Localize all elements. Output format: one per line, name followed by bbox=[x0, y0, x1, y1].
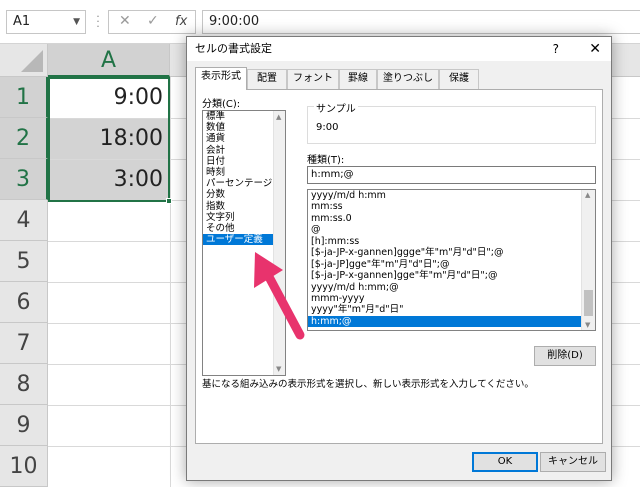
ok-button[interactable]: OK bbox=[472, 452, 538, 472]
formula-buttons: ✕ ✓ fx bbox=[108, 10, 196, 34]
tab-number[interactable]: 表示形式 bbox=[195, 67, 247, 90]
format-item[interactable]: yyyy"年"m"月"d"日" bbox=[308, 304, 595, 315]
number-tab-panel: 分類(C): 標準 数値 通貨 会計 日付 時刻 パーセンテージ 分数 指数 文… bbox=[195, 89, 603, 444]
name-box-value: A1 bbox=[13, 14, 31, 29]
row-header-10[interactable]: 10 bbox=[0, 446, 48, 487]
cancel-icon[interactable]: ✕ bbox=[119, 13, 131, 29]
format-item-selected[interactable]: h:mm;@ bbox=[308, 315, 595, 328]
format-item[interactable]: yyyy/m/d h:mm;@ bbox=[308, 282, 595, 293]
format-item[interactable]: mmm-yyyy bbox=[308, 293, 595, 304]
name-box[interactable]: A1 ▼ bbox=[6, 10, 86, 34]
sample-box: サンプル 9:00 bbox=[307, 100, 596, 144]
fill-handle[interactable] bbox=[166, 198, 172, 204]
scrollbar-thumb[interactable] bbox=[584, 290, 593, 316]
delete-button[interactable]: 削除(D) bbox=[534, 346, 596, 366]
hint-text: 基になる組み込みの表示形式を選択し、新しい表示形式を入力してください。 bbox=[202, 379, 534, 390]
format-list[interactable]: yyyy/m/d h:mm mm:ss mm:ss.0 @ [h]:mm:ss … bbox=[307, 189, 596, 331]
format-item[interactable]: [$-ja-JP-x-gannen]gge"年"m"月"d"日";@ bbox=[308, 270, 595, 281]
insert-function-icon[interactable]: fx bbox=[175, 14, 187, 29]
category-scrollbar[interactable]: ▲ ▼ bbox=[273, 111, 285, 375]
sample-label: サンプル bbox=[314, 100, 358, 115]
tab-font[interactable]: フォント bbox=[287, 69, 339, 89]
row-header-5[interactable]: 5 bbox=[0, 241, 48, 282]
chevron-down-icon[interactable]: ▼ bbox=[585, 321, 590, 329]
row-header-1[interactable]: 1 bbox=[0, 77, 48, 118]
format-cells-dialog: セルの書式設定 ? ✕ 表示形式 配置 フォント 罫線 塗りつぶし 保護 分類(… bbox=[186, 36, 612, 481]
category-label: 分類(C): bbox=[202, 99, 241, 110]
format-item[interactable]: [$-ja-JP-x-gannen]ggge"年"m"月"d"日";@ bbox=[308, 247, 595, 258]
format-item[interactable]: mm:ss bbox=[308, 201, 595, 212]
format-item[interactable]: mm:ss.0 bbox=[308, 213, 595, 224]
row-header-8[interactable]: 8 bbox=[0, 364, 48, 405]
cancel-button[interactable]: キャンセル bbox=[540, 452, 606, 472]
help-icon[interactable]: ? bbox=[553, 37, 559, 61]
select-all-corner[interactable] bbox=[0, 44, 48, 77]
tab-alignment[interactable]: 配置 bbox=[247, 69, 287, 89]
row-header-6[interactable]: 6 bbox=[0, 282, 48, 323]
type-input[interactable]: h:mm;@ bbox=[307, 166, 596, 184]
close-icon[interactable]: ✕ bbox=[589, 37, 601, 61]
dialog-title-bar[interactable]: セルの書式設定 ? ✕ bbox=[187, 37, 611, 61]
chevron-down-icon[interactable]: ▼ bbox=[73, 11, 80, 33]
sample-value: 9:00 bbox=[316, 122, 339, 133]
category-list[interactable]: 標準 数値 通貨 会計 日付 時刻 パーセンテージ 分数 指数 文字列 その他 … bbox=[202, 110, 286, 376]
format-item[interactable]: [h]:mm:ss bbox=[308, 236, 595, 247]
format-item[interactable]: @ bbox=[308, 224, 595, 235]
format-scrollbar[interactable]: ▲ ▼ bbox=[581, 190, 595, 330]
row-header-7[interactable]: 7 bbox=[0, 323, 48, 364]
format-item[interactable]: [$-ja-JP]gge"年"m"月"d"日";@ bbox=[308, 259, 595, 270]
format-item[interactable]: yyyy/m/d h:mm bbox=[308, 190, 595, 201]
tab-protection[interactable]: 保護 bbox=[439, 69, 479, 89]
dialog-title: セルの書式設定 bbox=[195, 42, 272, 55]
tab-border[interactable]: 罫線 bbox=[339, 69, 377, 89]
column-header-a[interactable]: A bbox=[48, 44, 170, 77]
chevron-up-icon[interactable]: ▲ bbox=[276, 113, 281, 121]
row-header-3[interactable]: 3 bbox=[0, 159, 48, 200]
row-header-9[interactable]: 9 bbox=[0, 405, 48, 446]
row-header-2[interactable]: 2 bbox=[0, 118, 48, 159]
enter-icon[interactable]: ✓ bbox=[147, 13, 159, 29]
row-header-4[interactable]: 4 bbox=[0, 200, 48, 241]
type-label: 種類(T): bbox=[307, 155, 345, 166]
formula-input[interactable]: 9:00:00 bbox=[202, 10, 640, 34]
selection-border bbox=[48, 77, 170, 202]
chevron-down-icon[interactable]: ▼ bbox=[276, 365, 281, 373]
more-options-icon[interactable]: · · · bbox=[95, 11, 101, 32]
chevron-up-icon[interactable]: ▲ bbox=[585, 191, 590, 199]
tab-fill[interactable]: 塗りつぶし bbox=[377, 69, 439, 89]
